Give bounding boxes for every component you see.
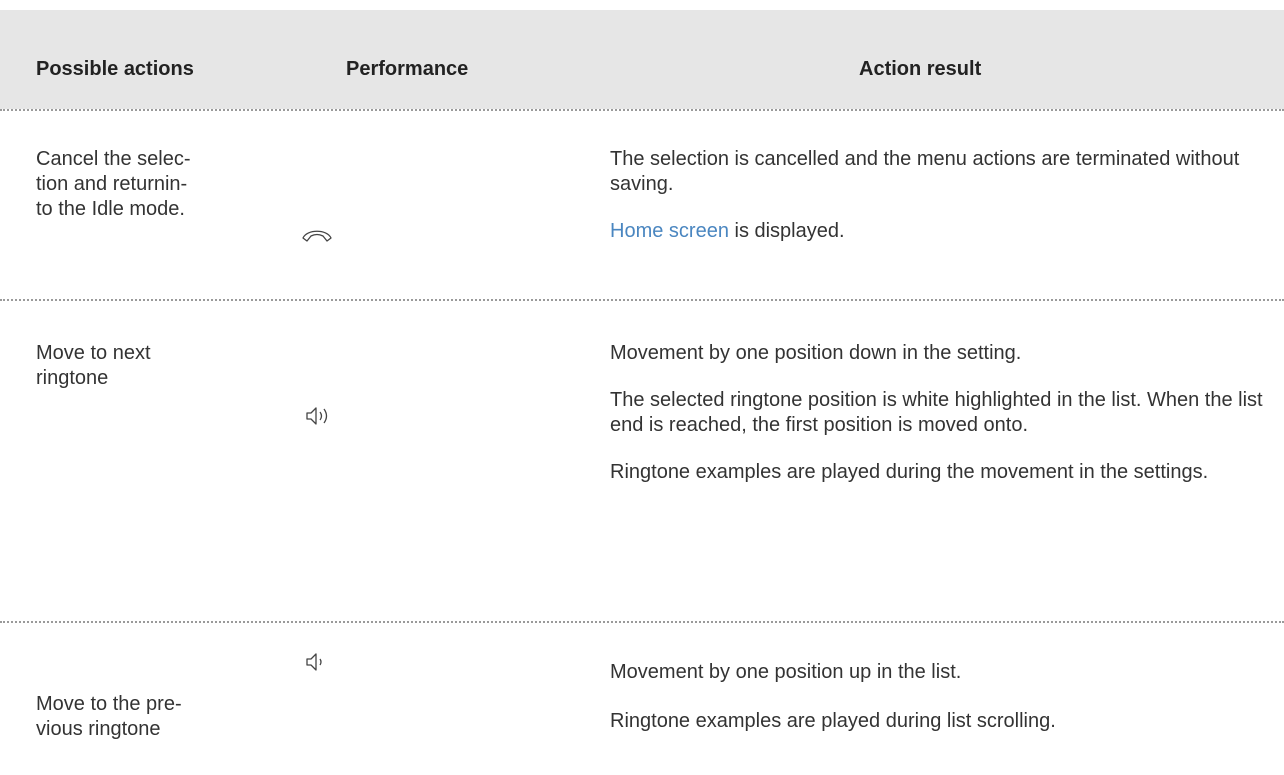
result-text: Ringtone examples are played during the … [610,461,1209,483]
result-text: Ringtone examples are played during list… [610,710,1056,732]
action-cell: Cancel the selec- tion and returnin- to … [36,148,191,220]
result-cell: The selection is cancelled and the menu … [610,147,1270,244]
volume-up-icon [303,405,335,427]
header-performance: Performance [346,58,469,80]
header-possible-actions: Possible actions [36,58,194,80]
home-screen-link[interactable]: Home screen [610,220,729,242]
row-separator [0,299,1284,301]
header-action-result: Action result [859,58,982,80]
result-text: The selection is cancelled and the menu … [610,148,1240,195]
result-cell: Movement by one position up in the list.… [610,660,1270,734]
row-separator [0,109,1284,111]
result-cell: Movement by one position down in the set… [610,341,1270,485]
action-cell: Move to the pre- vious ringtone [36,693,182,740]
result-text-rest: is displayed. [728,220,845,242]
volume-down-icon [303,651,335,673]
result-text: Movement by one position up in the list. [610,661,962,683]
handset-hang-up-icon [301,221,333,243]
result-text: Movement by one position down in the set… [610,342,1022,364]
table-header: Possible actions Performance Action resu… [0,10,1284,109]
row-separator [0,621,1284,623]
result-text: Home screen is displayed. [610,219,1270,244]
result-text: The selected ringtone position is white … [610,389,1263,436]
action-cell: Move to next ringtone [36,342,151,389]
